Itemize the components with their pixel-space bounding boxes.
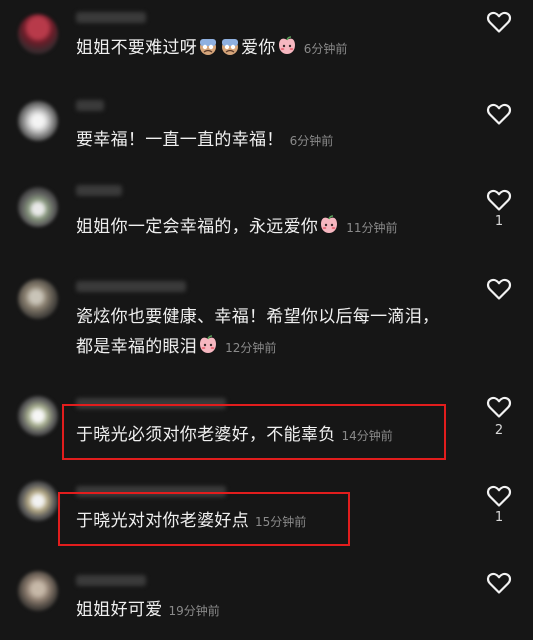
username[interactable] [76, 100, 104, 111]
like-count: 1 [494, 214, 504, 229]
comment-text: 姐姐好可爱 19分钟前 [76, 600, 220, 620]
peach-face-emoji-icon [200, 335, 217, 353]
comment-text: 姐姐你一定会幸福的，永远爱你 11分钟前 [76, 215, 398, 237]
username[interactable] [76, 12, 146, 23]
comment-item[interactable]: 于晓光必须对你老婆好，不能辜负 14分钟前 2 [0, 380, 533, 475]
comment-item[interactable]: 瓷炫你也要健康、幸福！希望你以后每一滴泪， 都是幸福的眼泪 12分钟前 [0, 265, 533, 380]
peach-face-emoji-icon [321, 215, 338, 233]
comment-text: 于晓光对对你老婆好点 15分钟前 [76, 511, 307, 531]
comment-item[interactable]: 于晓光对对你老婆好点 15分钟前 1 [0, 475, 533, 565]
heart-outline-icon[interactable] [486, 102, 512, 126]
avatar[interactable] [18, 396, 58, 436]
timestamp: 14分钟前 [341, 429, 393, 443]
heart-outline-icon[interactable] [486, 395, 512, 419]
heart-outline-icon[interactable] [486, 10, 512, 34]
heart-outline-icon[interactable] [486, 188, 512, 212]
comment-text-line-2: 都是幸福的眼泪 12分钟前 [76, 335, 277, 357]
heart-outline-icon[interactable] [486, 571, 512, 595]
comment-text-line-1: 瓷炫你也要健康、幸福！希望你以后每一滴泪， [76, 307, 440, 327]
avatar[interactable] [18, 14, 58, 54]
heart-outline-icon[interactable] [486, 484, 512, 508]
like-count: 1 [494, 510, 504, 525]
comment-text: 于晓光必须对你老婆好，不能辜负 14分钟前 [76, 425, 393, 445]
comment-text: 要幸福！一直一直的幸福！ 6分钟前 [76, 130, 334, 150]
timestamp: 15分钟前 [255, 515, 307, 529]
heart-outline-icon[interactable] [486, 277, 512, 301]
peach-face-emoji-icon [278, 36, 295, 54]
avatar[interactable] [18, 481, 58, 521]
avatar[interactable] [18, 101, 58, 141]
worried-face-emoji-icon [200, 39, 217, 55]
username[interactable] [76, 575, 146, 586]
timestamp: 6分钟前 [289, 134, 334, 148]
worried-face-emoji-icon [222, 39, 239, 55]
timestamp: 19分钟前 [168, 604, 220, 618]
avatar[interactable] [18, 571, 58, 611]
comment-item[interactable]: 姐姐不要难过呀 爱你 6分钟前 [0, 0, 533, 95]
username[interactable] [76, 281, 186, 292]
comment-item[interactable]: 姐姐好可爱 19分钟前 [0, 565, 533, 640]
timestamp: 12分钟前 [225, 341, 277, 355]
avatar[interactable] [18, 187, 58, 227]
username[interactable] [76, 185, 122, 196]
comment-item[interactable]: 要幸福！一直一直的幸福！ 6分钟前 [0, 95, 533, 175]
comment-item[interactable]: 姐姐你一定会幸福的，永远爱你 11分钟前 1 [0, 175, 533, 265]
timestamp: 6分钟前 [303, 42, 348, 56]
timestamp: 11分钟前 [346, 221, 398, 235]
avatar[interactable] [18, 279, 58, 319]
like-count: 2 [494, 423, 504, 438]
comment-text: 姐姐不要难过呀 爱你 6分钟前 [76, 36, 348, 58]
